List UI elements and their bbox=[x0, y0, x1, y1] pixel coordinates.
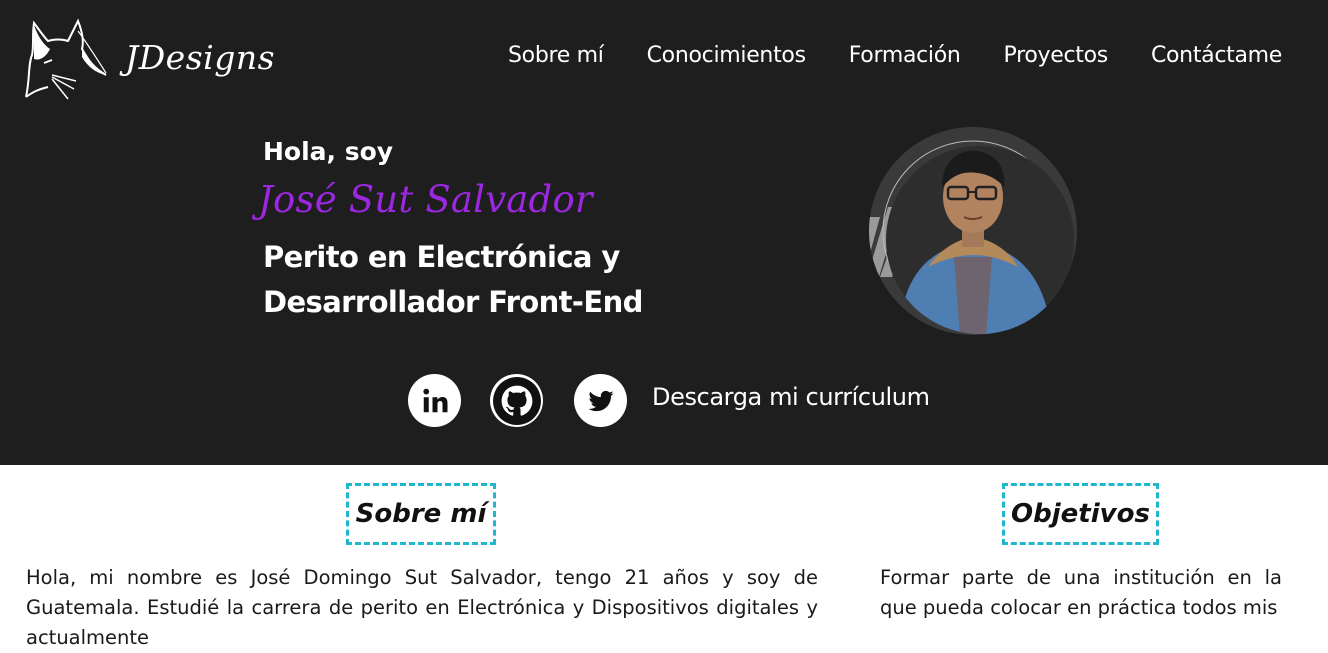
brand-name[interactable]: JDesigns bbox=[125, 38, 275, 77]
hero-role: Perito en Electrónica y Desarrollador Fr… bbox=[263, 235, 683, 325]
nav-item-conocimientos[interactable]: Conocimientos bbox=[647, 43, 806, 68]
nav-item-formacion[interactable]: Formación bbox=[849, 43, 961, 68]
greeting-text: Hola, soy bbox=[263, 137, 394, 166]
download-cv-link[interactable]: Descarga mi currículum bbox=[652, 383, 930, 411]
role-line-1: Perito en Electrónica y bbox=[263, 240, 620, 274]
twitter-icon bbox=[588, 390, 613, 411]
twitter-button[interactable] bbox=[574, 374, 627, 427]
hero-name: José Sut Salvador bbox=[258, 178, 593, 221]
about-text: Hola, mi nombre es José Domingo Sut Salv… bbox=[26, 566, 818, 649]
role-line-2: Desarrollador Front-End bbox=[263, 285, 643, 319]
linkedin-icon bbox=[422, 388, 447, 412]
github-icon bbox=[492, 376, 541, 425]
hero-section: JDesigns Sobre mí Conocimientos Formació… bbox=[0, 0, 1328, 465]
profile-photo bbox=[869, 127, 1077, 335]
github-button[interactable] bbox=[490, 374, 543, 427]
linkedin-button[interactable] bbox=[408, 374, 461, 427]
nav-item-proyectos[interactable]: Proyectos bbox=[1004, 43, 1109, 68]
nav-item-sobre-mi[interactable]: Sobre mí bbox=[508, 43, 604, 68]
objectives-title: Objetivos bbox=[1002, 483, 1159, 545]
nav-item-contactame[interactable]: Contáctame bbox=[1151, 43, 1282, 68]
objectives-text: Formar parte de una institución en la qu… bbox=[880, 566, 1282, 619]
about-title: Sobre mí bbox=[346, 483, 496, 545]
cat-logo-icon[interactable] bbox=[22, 17, 108, 105]
main-nav: Sobre mí Conocimientos Formación Proyect… bbox=[508, 43, 1282, 68]
